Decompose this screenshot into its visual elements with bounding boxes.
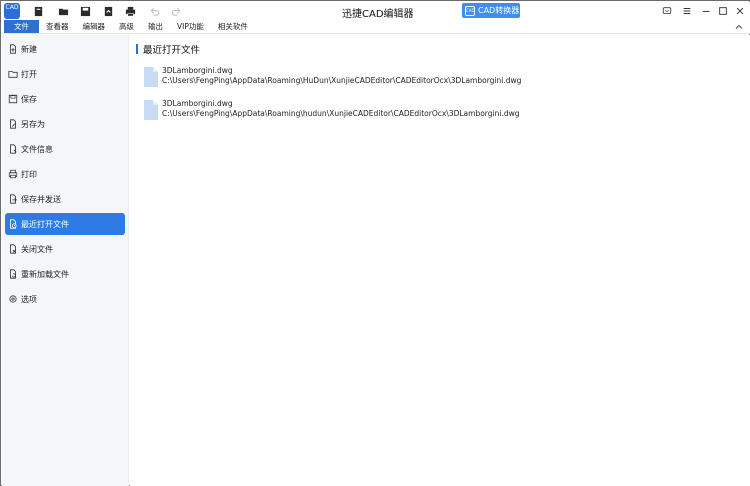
recent-files-icon [7, 219, 18, 230]
redo-icon[interactable] [169, 4, 183, 18]
save-icon [7, 94, 18, 105]
sidebar-item-save-send[interactable]: 保存并发送 [5, 188, 125, 210]
title-bar: CAD 迅捷CAD编辑器 CAD CAD转换器 [2, 2, 750, 20]
maximize-icon[interactable] [716, 4, 730, 18]
sidebar-item-label: 重新加载文件 [21, 269, 69, 279]
collapse-ribbon-icon[interactable] [734, 22, 744, 32]
open-folder-icon[interactable] [56, 4, 70, 18]
menu-editor[interactable]: 编辑器 [76, 20, 113, 33]
dwg-file-icon [144, 100, 158, 120]
export-icon[interactable] [101, 4, 115, 18]
sidebar-item-label: 打开 [21, 69, 37, 79]
cad-converter-icon: CAD [465, 5, 475, 16]
recent-files-panel: 最近打开文件 3DLamborgini.dwg C:\Users\FengPin… [130, 35, 750, 486]
sidebar-item-options[interactable]: 选项 [5, 288, 125, 310]
menu-viewer[interactable]: 查看器 [39, 20, 76, 33]
recent-file-item[interactable]: 3DLamborgini.dwg C:\Users\FengPing\AppDa… [144, 99, 734, 123]
sidebar-item-close-file[interactable]: 关闭文件 [5, 238, 125, 260]
save-icon[interactable] [78, 4, 92, 18]
print-icon[interactable] [123, 4, 137, 18]
menu-icon[interactable] [680, 4, 694, 18]
reload-file-icon [7, 269, 18, 280]
heading-accent-bar [136, 43, 138, 54]
sidebar-item-reload-file[interactable]: 重新加载文件 [5, 263, 125, 285]
menu-related-software[interactable]: 相关软件 [211, 20, 255, 33]
save-send-icon [7, 194, 18, 205]
save-as-icon [7, 119, 18, 130]
cad-converter-label: CAD转换器 [478, 6, 520, 15]
page-title-text: 最近打开文件 [143, 44, 201, 56]
dwg-file-icon [144, 67, 158, 87]
sidebar-item-label: 打印 [21, 169, 37, 179]
sidebar-item-label: 最近打开文件 [21, 219, 69, 229]
sidebar-item-label: 选项 [21, 294, 37, 304]
new-icon[interactable] [31, 4, 45, 18]
sidebar-item-label: 保存并发送 [21, 194, 61, 204]
menu-file[interactable]: 文件 [4, 20, 39, 33]
close-icon[interactable] [733, 4, 747, 18]
feedback-icon[interactable] [660, 4, 674, 18]
undo-icon[interactable] [147, 4, 161, 18]
open-folder-icon [7, 69, 18, 80]
recent-file-path: C:\Users\FengPing\AppData\Roaming\hudun\… [162, 109, 520, 118]
app-window: CAD 迅捷CAD编辑器 CAD CAD转换器 文件 查看器 编辑器 高级 输出… [0, 0, 750, 486]
app-logo: CAD [4, 3, 20, 19]
recent-file-path: C:\Users\FengPing\AppData\Roaming\HuDun\… [162, 76, 522, 85]
file-info-icon [7, 144, 18, 155]
sidebar-item-open[interactable]: 打开 [5, 63, 125, 85]
sidebar-item-file-info[interactable]: 文件信息 [5, 138, 125, 160]
sidebar-item-print[interactable]: 打印 [5, 163, 125, 185]
sidebar-item-label: 另存为 [21, 119, 45, 129]
recent-file-name: 3DLamborgini.dwg [162, 66, 233, 75]
window-title: 迅捷CAD编辑器 [342, 9, 414, 20]
sidebar-item-save[interactable]: 保存 [5, 88, 125, 110]
new-file-icon [7, 44, 18, 55]
cad-converter-button[interactable]: CAD CAD转换器 [462, 3, 520, 18]
sidebar-item-save-as[interactable]: 另存为 [5, 113, 125, 135]
recent-file-item[interactable]: 3DLamborgini.dwg C:\Users\FengPing\AppDa… [144, 66, 734, 90]
menu-bar: 文件 查看器 编辑器 高级 输出 VIP功能 相关软件 [2, 20, 750, 34]
close-file-icon [7, 244, 18, 255]
minimize-icon[interactable] [699, 4, 713, 18]
recent-file-name: 3DLamborgini.dwg [162, 99, 233, 108]
sidebar-item-new[interactable]: 新建 [5, 38, 125, 60]
sidebar-item-label: 保存 [21, 94, 37, 104]
page-title: 最近打开文件 [136, 43, 201, 56]
file-sidebar: 新建 打开 保存 另存为 文件信息 打印 保存并发送 最近打开文件 关闭文件 重… [2, 35, 129, 486]
print-icon [7, 169, 18, 180]
sidebar-item-recent-files[interactable]: 最近打开文件 [5, 213, 125, 235]
gear-icon [7, 294, 18, 305]
menu-vip[interactable]: VIP功能 [170, 20, 211, 33]
menu-output[interactable]: 输出 [141, 20, 170, 33]
sidebar-item-label: 关闭文件 [21, 244, 53, 254]
sidebar-item-label: 新建 [21, 44, 37, 54]
sidebar-item-label: 文件信息 [21, 144, 53, 154]
menu-advanced[interactable]: 高级 [112, 20, 141, 33]
